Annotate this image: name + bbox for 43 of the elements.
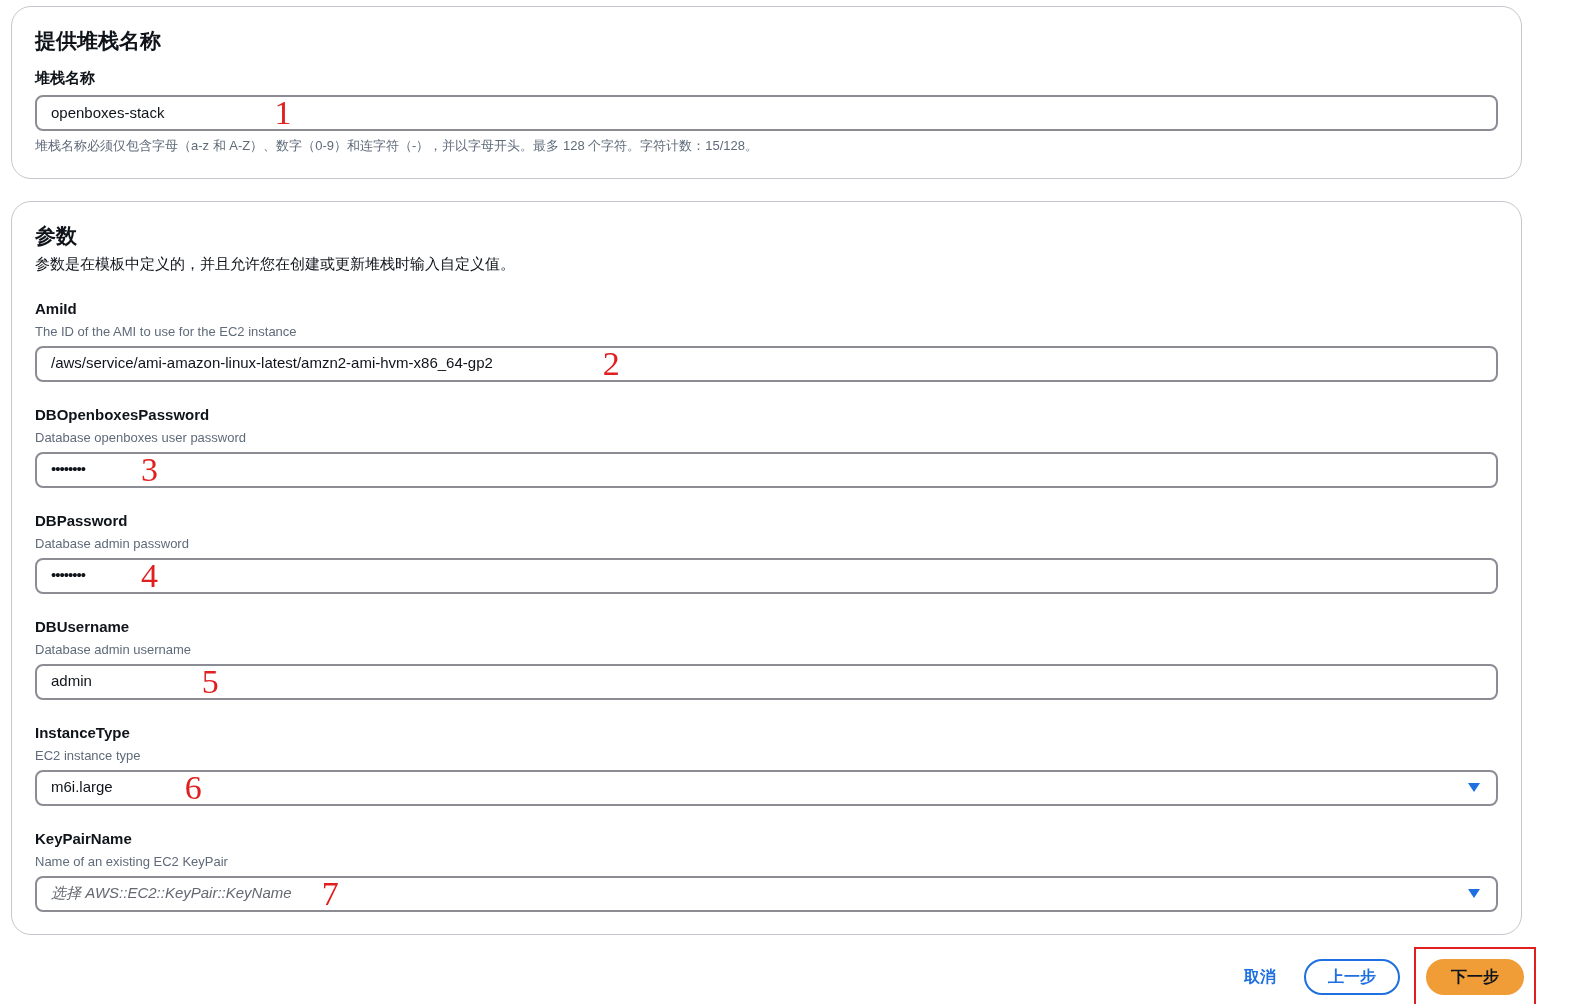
field-label: InstanceType xyxy=(35,722,131,743)
password-value: •••••••• xyxy=(51,565,85,586)
annotation-number: 2 xyxy=(602,346,620,381)
annotation-number: 7 xyxy=(321,876,339,911)
dropdown-caret-icon xyxy=(1468,783,1480,792)
field-label: DBPassword xyxy=(35,510,129,531)
input-field[interactable]: /aws/service/ami-amazon-linux-latest/amzn2-ami-hvm-x86_64-gp2 2 xyxy=(35,345,1498,382)
annotation-number: 1 xyxy=(274,96,292,130)
field-description: Database admin username xyxy=(35,641,193,659)
field-label: DBOpenboxesPassword xyxy=(35,404,211,425)
section-title: 提供堆栈名称 xyxy=(35,28,162,54)
previous-button[interactable]: 上一步 xyxy=(1304,958,1400,995)
field-description: Database admin password xyxy=(35,535,190,553)
field-value: openboxes-stack xyxy=(51,102,165,123)
input-field[interactable]: openboxes-stack 1 xyxy=(35,95,1498,131)
field-value: m6i.large xyxy=(51,777,113,798)
section-title: 参数 xyxy=(35,222,78,249)
field-value: /aws/service/ami-amazon-linux-latest/amzn2-ami-hvm-x86_64-gp2 xyxy=(51,353,493,374)
section-description: 参数是在模板中定义的，并且允许您在创建或更新堆栈时输入自定义值。 xyxy=(35,254,516,274)
select-field[interactable]: 选择 AWS::EC2::KeyPair::KeyName 7 xyxy=(35,875,1498,912)
dropdown-caret-icon xyxy=(1468,889,1480,898)
annotation-number: 3 xyxy=(141,452,158,487)
annotation-number: 5 xyxy=(201,664,219,699)
field-value: admin xyxy=(51,671,92,692)
field-description: Database openboxes user password xyxy=(35,429,248,447)
next-button[interactable]: 下一步 xyxy=(1426,958,1524,995)
field-hint: 堆栈名称必须仅包含字母（a-z 和 A-Z）、数字（0-9）和连字符（-），并以字母开头。最多 128 个字符。字符计数：15/128。 xyxy=(35,137,760,155)
field-label: DBUsername xyxy=(35,616,131,637)
field-description: Name of an existing EC2 KeyPair xyxy=(35,853,229,871)
cancel-button[interactable]: 取消 xyxy=(1230,956,1290,997)
select-field[interactable]: m6i.large 6 xyxy=(35,769,1498,806)
field-label: AmiId xyxy=(35,298,78,319)
field-description: The ID of the AMI to use for the EC2 instance xyxy=(35,323,298,341)
field-description: EC2 instance type xyxy=(35,747,142,765)
field-label: KeyPairName xyxy=(35,828,133,849)
input-field[interactable]: admin 5 xyxy=(35,663,1498,700)
password-value: •••••••• xyxy=(51,459,85,480)
annotation-number: 4 xyxy=(141,558,158,593)
field-placeholder: 选择 AWS::EC2::KeyPair::KeyName xyxy=(51,883,292,904)
annotation-number: 6 xyxy=(184,770,202,805)
input-field[interactable]: •••••••• 4 xyxy=(35,557,1498,594)
input-field[interactable]: •••••••• 3 xyxy=(35,451,1498,488)
field-label: 堆栈名称 xyxy=(35,67,96,88)
